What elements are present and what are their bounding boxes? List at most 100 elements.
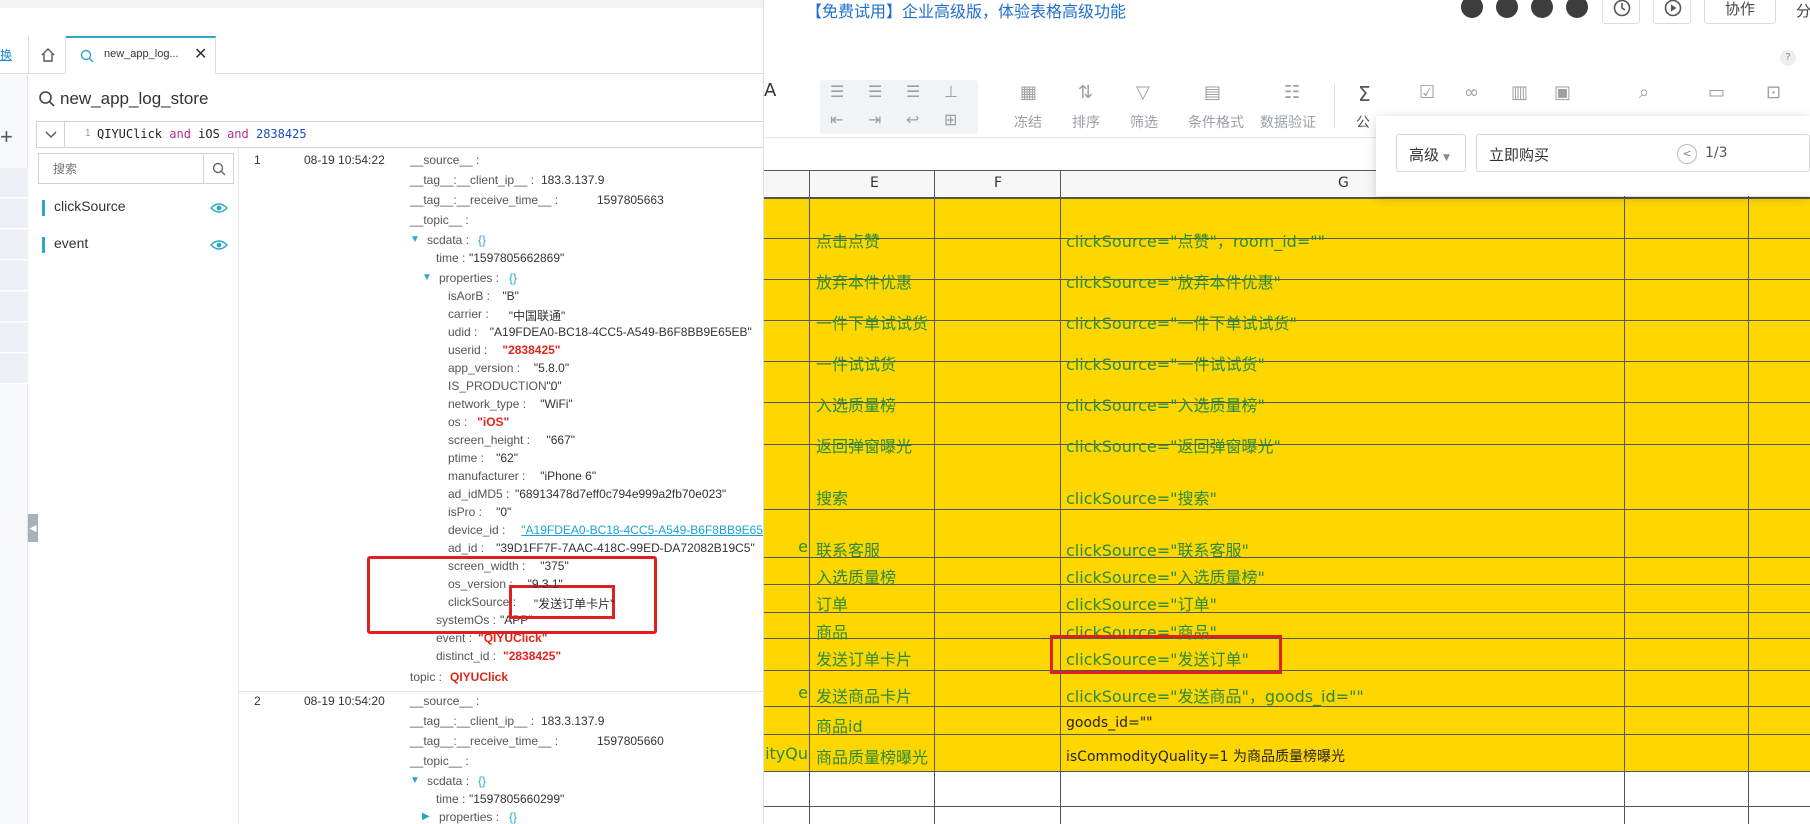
side-link[interactable]: 换 — [0, 46, 12, 63]
field-item-clicksource[interactable]: clickSource — [30, 190, 234, 226]
cell-e[interactable]: 一件下单试试货 — [816, 310, 928, 334]
cell-g[interactable]: clickSource="返回弹窗曝光" — [1066, 433, 1281, 457]
cell-e[interactable]: 发送商品卡片 — [816, 683, 912, 707]
find-icon[interactable]: ⌕ — [1639, 82, 1649, 103]
cell-g[interactable]: clickSource="发送商品"，goods_id="" — [1066, 683, 1364, 707]
rail-item[interactable] — [0, 261, 28, 291]
col-header-g[interactable]: G — [1338, 175, 1349, 191]
cell-e[interactable]: 商品id — [816, 713, 863, 737]
cell-g[interactable]: clickSource="入选质量榜" — [1066, 392, 1265, 416]
cell-e[interactable]: 搜索 — [816, 485, 848, 509]
cell-g[interactable]: clickSource="放弃本件优惠" — [1066, 269, 1281, 293]
tab-new-app-log[interactable]: new_app_log... ✕ — [66, 36, 216, 74]
rail-item[interactable] — [0, 230, 28, 260]
find-mode-select[interactable]: 高级 ▼ — [1396, 134, 1466, 172]
field-item-event[interactable]: event — [30, 227, 234, 263]
field-search-input[interactable] — [39, 154, 203, 183]
query-bar[interactable]: 1 QIYUClick and iOS and 2838425 — [36, 121, 763, 148]
align-left-icon[interactable]: ☰ — [830, 82, 844, 101]
cond-format-button[interactable]: 条件格式 — [1188, 112, 1244, 132]
cell-d[interactable]: e — [798, 683, 808, 702]
cell-g[interactable]: clickSource="一件试试货" — [1066, 351, 1265, 375]
cell-g[interactable]: clickSource="入选质量榜" — [1066, 564, 1265, 588]
field-search-button[interactable] — [203, 154, 233, 183]
cell-e[interactable]: 发送订单卡片 — [816, 646, 912, 670]
cell-d[interactable]: e — [798, 537, 808, 556]
save-icon[interactable]: ▭ — [1708, 82, 1725, 103]
cell-g[interactable]: isCommodityQuality=1 为商品质量榜曝光 — [1066, 746, 1345, 766]
link-icon[interactable]: ∞ — [1464, 82, 1479, 103]
cell-g[interactable]: goods_id="" — [1066, 715, 1153, 731]
align-right-icon[interactable]: ☰ — [906, 82, 920, 101]
cell-e[interactable]: 入选质量榜 — [816, 564, 896, 588]
promo-link[interactable]: 【免费试用】企业高级版，体验表格高级功能 — [806, 0, 1126, 22]
eye-icon[interactable] — [210, 239, 228, 251]
checkbox-icon[interactable]: ☑ — [1419, 82, 1435, 103]
cell-e[interactable]: 入选质量榜 — [816, 392, 896, 416]
expand-caret-icon[interactable]: ▼ — [422, 272, 432, 283]
merge-icon[interactable]: ⊞ — [944, 110, 957, 129]
cell-e[interactable]: 一件试试货 — [816, 351, 896, 375]
collab-button[interactable]: 协作 — [1704, 0, 1776, 24]
valign-icon[interactable]: ⊥ — [944, 82, 958, 101]
freeze-button[interactable]: 冻结 — [1014, 112, 1042, 132]
align-center-icon[interactable]: ☰ — [868, 82, 882, 101]
history-button[interactable] — [1602, 0, 1640, 24]
cell-e[interactable]: 商品 — [816, 619, 848, 643]
indent-icon[interactable]: ⇤ — [830, 110, 843, 129]
find-input[interactable]: 立即购买 < 1/3 — [1476, 134, 1810, 172]
cell-g[interactable]: clickSource="订单" — [1066, 591, 1217, 615]
formula-button[interactable]: 公 — [1356, 112, 1370, 132]
cond-format-icon[interactable]: ▤ — [1204, 82, 1221, 103]
cell-e[interactable]: 点击点赞 — [816, 228, 880, 252]
add-icon[interactable]: + — [0, 126, 13, 148]
cell-g[interactable]: clickSource="一件下单试试货" — [1066, 310, 1297, 334]
image-icon[interactable]: ▣ — [1554, 82, 1571, 103]
eye-icon[interactable] — [210, 202, 228, 214]
cell-g[interactable]: clickSource="点赞"，room_id="" — [1066, 228, 1325, 252]
expand-caret-icon[interactable]: ▼ — [410, 775, 420, 786]
expand-caret-icon[interactable]: ▶ — [422, 811, 430, 822]
expand-caret-icon[interactable]: ▼ — [410, 234, 420, 245]
wrap-icon[interactable]: ↩ — [906, 110, 919, 129]
col-header-f[interactable]: F — [994, 175, 1002, 191]
comment-icon[interactable]: ⊡ — [1766, 82, 1781, 103]
share-button[interactable]: 分 — [1796, 0, 1810, 21]
freeze-icon[interactable]: ▦ — [1020, 82, 1037, 103]
rail-item[interactable] — [0, 354, 28, 384]
sort-button[interactable]: 排序 — [1072, 112, 1100, 132]
cell-e[interactable]: 订单 — [816, 591, 848, 615]
query-history-toggle[interactable] — [37, 122, 65, 147]
sort-icon[interactable]: ⇅ — [1078, 82, 1093, 103]
home-tab[interactable] — [28, 36, 66, 73]
validate-button[interactable]: 数据验证 — [1260, 112, 1316, 132]
filter-button[interactable]: 筛选 — [1130, 112, 1158, 132]
help-icon[interactable]: ? — [1780, 50, 1796, 66]
cell-e[interactable]: 放弃本件优惠 — [816, 269, 912, 293]
cell-g[interactable]: clickSource="联系客服" — [1066, 537, 1249, 561]
filter-icon[interactable]: ▽ — [1136, 82, 1150, 103]
present-button[interactable] — [1653, 0, 1691, 24]
collapse-handle[interactable]: ◀ — [28, 514, 38, 542]
log-field-key: __topic__ : — [410, 754, 469, 768]
cell-g[interactable]: clickSource="搜索" — [1066, 485, 1217, 509]
chart-icon[interactable]: ▥ — [1511, 82, 1528, 103]
rail-item[interactable] — [0, 323, 28, 353]
rail-item[interactable] — [0, 199, 28, 229]
cell-e[interactable]: 返回弹窗曝光 — [816, 433, 912, 457]
cell-d[interactable]: dityQu — [764, 744, 808, 763]
rail-item[interactable] — [0, 292, 28, 322]
cell-e[interactable]: 商品质量榜曝光 — [816, 744, 928, 768]
find-prev-icon[interactable]: < — [1677, 144, 1697, 164]
cell-e[interactable]: 联系客服 — [816, 537, 880, 561]
sum-icon[interactable]: Σ — [1358, 82, 1371, 106]
close-icon[interactable]: ✕ — [194, 44, 207, 64]
outdent-icon[interactable]: ⇥ — [868, 110, 881, 129]
font-format-icon[interactable]: A — [764, 80, 776, 101]
json-brace: {} — [509, 810, 518, 824]
col-header-e[interactable]: E — [870, 175, 879, 191]
query-text[interactable]: QIYUClick and iOS and 2838425 — [97, 127, 307, 141]
validate-icon[interactable]: ☷ — [1284, 82, 1300, 103]
property-value[interactable]: "A19FDEA0-BC18-4CC5-A549-B6F8BB9E65EB" — [521, 523, 763, 537]
rail-item[interactable] — [0, 168, 28, 198]
